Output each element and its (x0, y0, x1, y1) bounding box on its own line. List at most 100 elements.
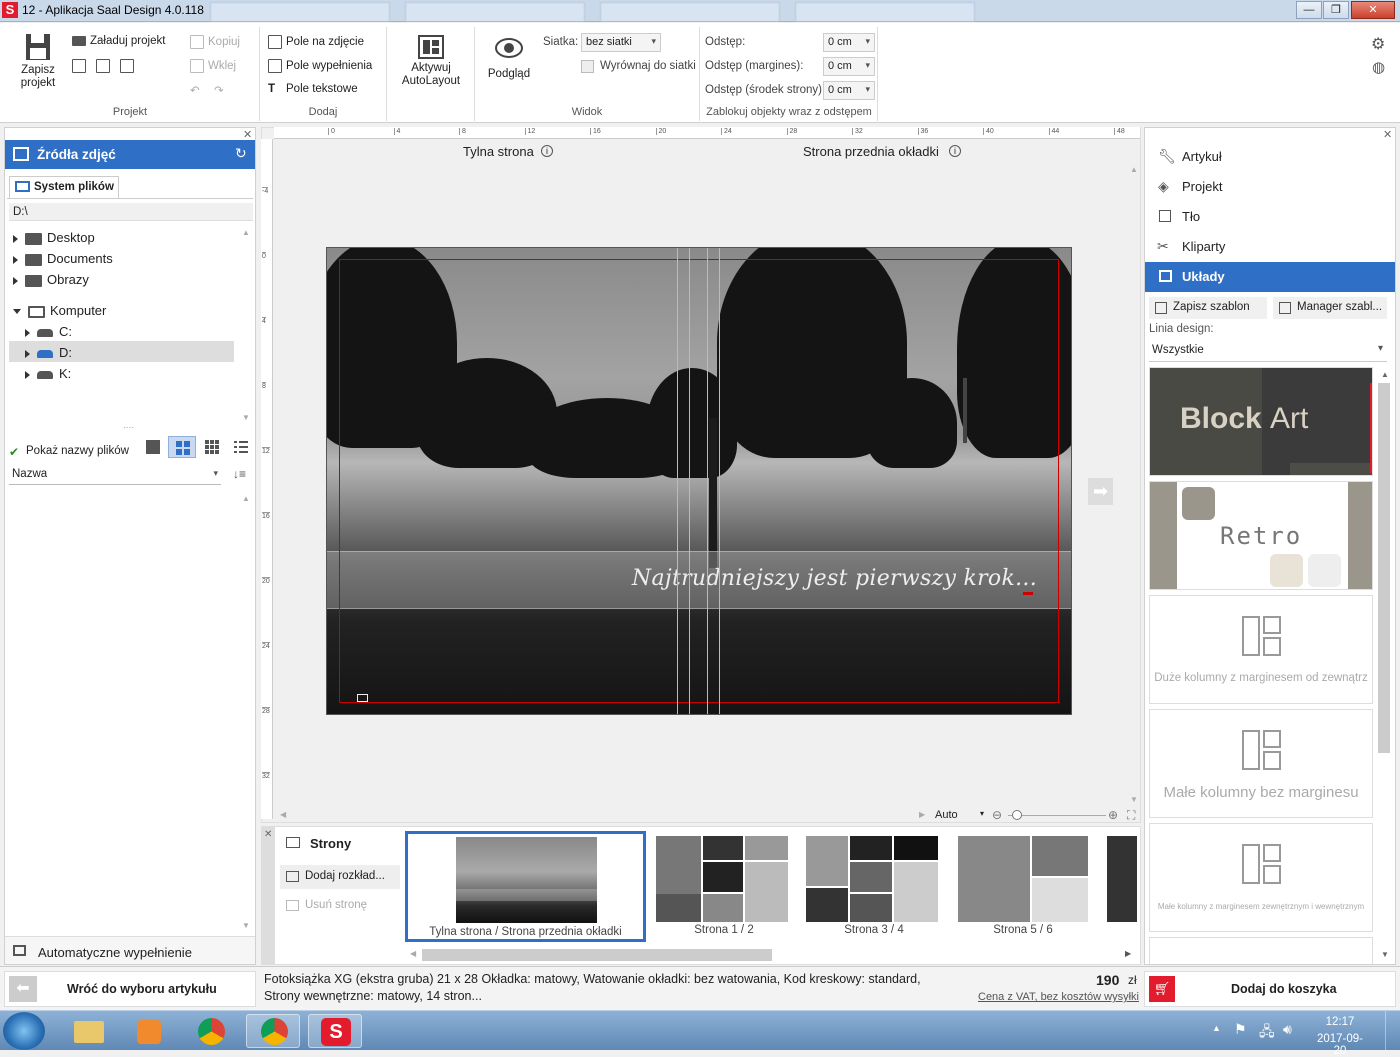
zoom-out-icon[interactable]: ⊖ (992, 808, 1002, 822)
page-thumb[interactable] (958, 836, 1088, 922)
cover-photo[interactable]: Najtrudniejszy jest pierwszy krok... (326, 247, 1072, 715)
refresh-icon[interactable]: ↻ (235, 145, 247, 162)
fill-field-button[interactable]: Pole wypełnienia (268, 59, 372, 73)
import-icon[interactable] (72, 59, 90, 73)
sort-select[interactable]: Nazwa ▾ (9, 465, 221, 485)
maximize-icon[interactable]: ❐ (1323, 1, 1349, 19)
grid-select[interactable]: bez siatki (581, 33, 661, 52)
info-icon[interactable]: i (949, 145, 961, 157)
action-center-flag-icon[interactable]: ⚑ (1234, 1021, 1247, 1038)
tree-item-desktop[interactable]: Desktop (13, 230, 95, 245)
horizontal-scrollbar-thumb[interactable] (422, 949, 772, 961)
template-small-columns[interactable]: Małe kolumny bez marginesu (1149, 709, 1373, 818)
paste-button[interactable]: Wklej (190, 59, 236, 73)
tree-item-drive-c[interactable]: C: (25, 324, 72, 339)
scroll-right-icon[interactable]: ▶ (1125, 949, 1131, 958)
nav-projekt[interactable]: ◈ Projekt (1145, 172, 1395, 202)
tree-item-documents[interactable]: Documents (13, 251, 113, 266)
tree-item-drive-k[interactable]: K: (25, 366, 71, 381)
scroll-up-icon[interactable]: ▲ (242, 494, 250, 503)
margin-gap-select[interactable]: 0 cm (823, 57, 875, 76)
middle-gap-select[interactable]: 0 cm (823, 81, 875, 100)
splitter-handle[interactable]: .... (123, 420, 134, 431)
checkbox-checked-icon[interactable]: ✔ (9, 445, 19, 459)
redo-icon[interactable]: ↷ (214, 83, 224, 97)
template-partial[interactable] (1149, 937, 1373, 964)
save-template-button[interactable]: Zapisz szablon (1149, 297, 1267, 319)
scroll-down-icon[interactable]: ▼ (242, 921, 250, 930)
export-jpg-icon[interactable] (120, 59, 138, 73)
tray-expand-icon[interactable]: ▲ (1212, 1023, 1221, 1033)
sort-direction-icon[interactable]: ↓≡ (233, 467, 246, 481)
photo-field-button[interactable]: Pole na zdjęcie (268, 35, 364, 49)
zoom-fit-icon[interactable]: ⛶ (1127, 808, 1135, 823)
scroll-down-icon[interactable]: ▼ (242, 413, 250, 422)
view-large-icon[interactable] (146, 440, 160, 454)
undo-icon[interactable]: ↶ (190, 83, 200, 97)
globe-icon[interactable]: ◍ (1372, 58, 1385, 76)
scroll-down-icon[interactable]: ▼ (1381, 950, 1389, 959)
start-button-icon[interactable] (3, 1012, 45, 1050)
autofill-button[interactable]: Automatyczne wypełnienie (5, 936, 255, 964)
add-to-cart-button[interactable]: 🛒︎ Dodaj do koszyka (1144, 971, 1396, 1007)
preview-button[interactable]: Podgląd (484, 37, 534, 80)
volume-icon[interactable]: 🔊︎ (1283, 1021, 1292, 1038)
nav-artykul[interactable]: 🔧︎ Artykuł (1145, 142, 1395, 172)
scroll-up-icon[interactable]: ▲ (1130, 165, 1138, 174)
info-icon[interactable]: i (541, 145, 553, 157)
show-desktop-button[interactable] (1385, 1011, 1400, 1051)
template-large-columns[interactable]: Duże kolumny z marginesem od zewnątrz (1149, 595, 1373, 704)
view-small-icon[interactable] (205, 440, 219, 454)
zoom-in-icon[interactable]: ⊕ (1108, 808, 1118, 822)
gap-select[interactable]: 0 cm (823, 33, 875, 52)
settings-gear-icon[interactable]: ⚙ (1371, 34, 1385, 54)
page-thumb[interactable] (806, 836, 942, 922)
back-to-articles-button[interactable]: ⬅ Wróć do wyboru artykułu (4, 971, 256, 1007)
scroll-up-icon[interactable]: ▲ (242, 228, 250, 237)
save-project-button[interactable]: Zapisz projekt (18, 33, 58, 90)
template-manager-button[interactable]: Manager szabl... (1273, 297, 1387, 319)
page-thumb-partial[interactable] (1107, 836, 1137, 922)
tree-item-komputer[interactable]: Komputer (13, 303, 106, 318)
media-player-taskbar-icon[interactable] (122, 1014, 176, 1048)
scroll-down-icon[interactable]: ▼ (1130, 795, 1138, 804)
scroll-left-icon[interactable]: ◀ (280, 810, 286, 819)
close-panel-icon[interactable]: ✕ (264, 829, 272, 840)
network-icon[interactable]: 🖧︎ (1259, 1021, 1275, 1045)
tree-item-obrazy[interactable]: Obrazy (13, 272, 89, 287)
view-medium-button[interactable] (168, 436, 196, 458)
design-line-select[interactable]: Wszystkie ▾ (1149, 340, 1387, 362)
scroll-right-icon[interactable]: ▶ (919, 810, 925, 819)
tree-item-drive-d[interactable]: D: (25, 345, 72, 360)
next-page-arrow-icon[interactable]: ➡ (1088, 478, 1113, 505)
photo-field-icon[interactable] (357, 694, 368, 702)
saal-design-taskbar-icon[interactable]: S (308, 1014, 362, 1048)
vertical-scrollbar-thumb[interactable] (1378, 383, 1390, 753)
zoom-select[interactable]: Auto ▾ (931, 808, 986, 824)
text-field-button[interactable]: T Pole tekstowe (268, 83, 358, 95)
view-list-icon[interactable] (234, 440, 248, 454)
explorer-taskbar-icon[interactable] (62, 1014, 116, 1048)
export-icon[interactable] (96, 59, 114, 73)
nav-tlo[interactable]: Tło (1145, 202, 1395, 232)
add-spread-button[interactable]: Dodaj rozkład... (280, 865, 400, 889)
nav-kliparty[interactable]: ✂ Kliparty (1145, 232, 1395, 262)
zoom-slider-track[interactable] (1008, 815, 1106, 816)
chrome-taskbar-icon-active[interactable] (246, 1014, 300, 1048)
close-panel-icon[interactable]: ✕ (1383, 128, 1392, 141)
clock-date[interactable]: 2017-09-20 (1312, 1033, 1368, 1057)
minimize-icon[interactable]: — (1296, 1, 1322, 19)
template-block-art[interactable]: Block Art (1149, 367, 1373, 476)
price-note-link[interactable]: Cena z VAT, bez kosztów wysyłki (978, 991, 1139, 1003)
load-project-button[interactable]: Załaduj projekt (72, 35, 165, 47)
clock-time[interactable]: 12:17 (1312, 1016, 1368, 1028)
zoom-slider-thumb[interactable] (1012, 810, 1022, 820)
remove-page-button[interactable]: Usuń stronę (280, 895, 400, 917)
autolayout-button[interactable]: Aktywuj AutoLayout (396, 35, 466, 88)
copy-button[interactable]: Kopiuj (190, 35, 240, 49)
scroll-left-icon[interactable]: ◀ (410, 949, 416, 958)
page-thumb[interactable] (656, 836, 792, 922)
close-icon[interactable]: ✕ (1351, 1, 1395, 19)
template-retro[interactable]: Retro (1149, 481, 1373, 590)
nav-uklady[interactable]: Układy (1145, 262, 1395, 292)
